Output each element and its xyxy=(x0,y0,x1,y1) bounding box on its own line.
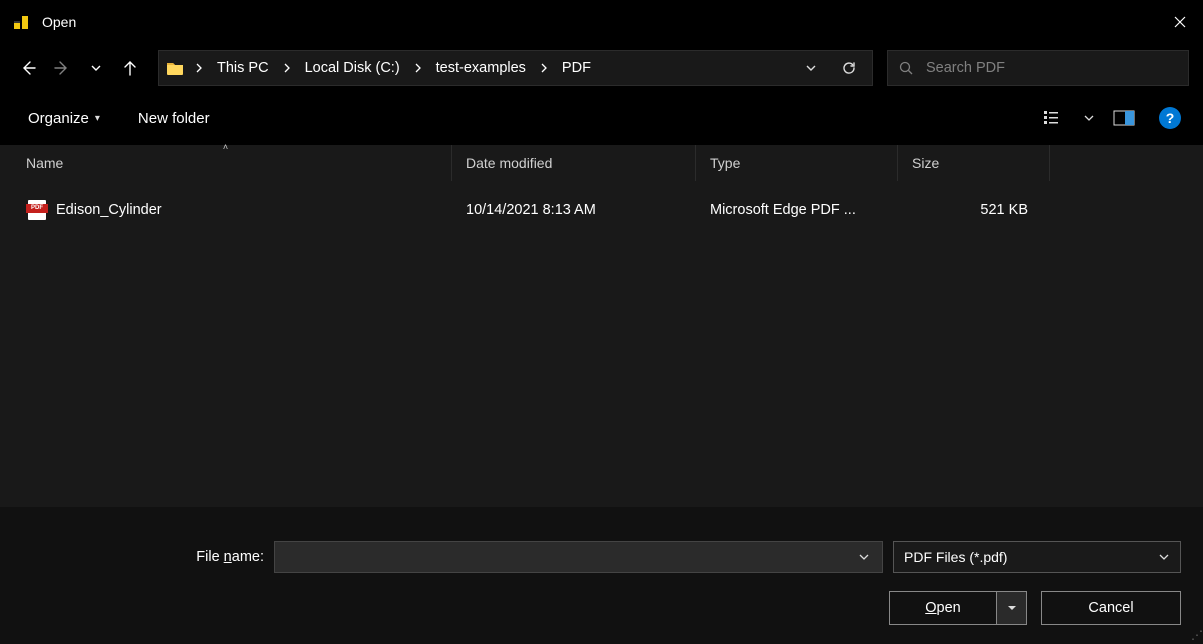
chevron-down-icon: ▾ xyxy=(95,113,100,124)
back-button[interactable] xyxy=(14,50,42,86)
navigation-bar: This PC Local Disk (C:) test-examples PD… xyxy=(0,44,1203,92)
change-view-button[interactable] xyxy=(1037,103,1071,133)
column-type[interactable]: Type xyxy=(696,145,898,181)
view-dropdown-button[interactable] xyxy=(1081,103,1097,133)
column-size-label: Size xyxy=(912,155,939,171)
column-name[interactable]: ˄ Name xyxy=(0,145,452,181)
refresh-button[interactable] xyxy=(832,51,866,85)
open-button-group: Open xyxy=(889,591,1027,625)
sort-indicator-icon: ˄ xyxy=(223,142,228,152)
new-folder-label: New folder xyxy=(138,110,210,127)
help-button[interactable]: ? xyxy=(1159,107,1181,129)
search-icon xyxy=(898,60,914,76)
previous-locations-button[interactable] xyxy=(794,51,828,85)
breadcrumb-local-disk[interactable]: Local Disk (C:) xyxy=(301,60,404,76)
organize-button[interactable]: Organize ▾ xyxy=(22,104,106,133)
chevron-right-icon[interactable] xyxy=(189,63,209,73)
resize-grip-icon[interactable]: ⋰ xyxy=(1191,628,1201,642)
filename-input[interactable] xyxy=(281,549,852,565)
breadcrumb-test-examples[interactable]: test-examples xyxy=(432,60,530,76)
new-folder-button[interactable]: New folder xyxy=(132,104,216,133)
filename-label: File name: xyxy=(0,549,264,565)
column-date[interactable]: Date modified xyxy=(452,145,696,181)
file-date-cell: 10/14/2021 8:13 AM xyxy=(452,202,696,218)
open-button[interactable]: Open xyxy=(889,591,997,625)
column-name-label: Name xyxy=(26,155,63,171)
filename-row: File name: PDF Files (*.pdf) xyxy=(0,541,1181,573)
file-list: ˄ Name Date modified Type Size Edison_Cy… xyxy=(0,144,1203,507)
window-title: Open xyxy=(42,14,76,30)
actions-row: Open Cancel xyxy=(0,591,1181,625)
filename-input-container[interactable] xyxy=(274,541,883,573)
file-size-cell: 521 KB xyxy=(898,202,1050,218)
column-end xyxy=(1050,145,1203,181)
forward-button[interactable] xyxy=(48,50,76,86)
close-button[interactable] xyxy=(1157,0,1203,44)
file-name-cell: Edison_Cylinder xyxy=(0,200,452,220)
filter-label: PDF Files (*.pdf) xyxy=(904,549,1007,565)
search-input[interactable] xyxy=(926,60,1178,76)
app-icon xyxy=(12,13,30,31)
breadcrumb-this-pc[interactable]: This PC xyxy=(213,60,273,76)
bottom-panel: File name: PDF Files (*.pdf) Open Cancel xyxy=(0,507,1203,644)
cancel-label: Cancel xyxy=(1088,600,1133,616)
chevron-down-icon xyxy=(1158,551,1170,563)
preview-pane-button[interactable] xyxy=(1107,103,1141,133)
filename-dropdown-button[interactable] xyxy=(852,551,876,563)
chevron-right-icon[interactable] xyxy=(408,63,428,73)
column-size[interactable]: Size xyxy=(898,145,1050,181)
pdf-file-icon xyxy=(28,200,46,220)
open-split-button[interactable] xyxy=(997,591,1027,625)
file-row[interactable]: Edison_Cylinder 10/14/2021 8:13 AM Micro… xyxy=(0,193,1203,227)
cancel-button[interactable]: Cancel xyxy=(1041,591,1181,625)
up-button[interactable] xyxy=(116,50,144,86)
breadcrumb-pdf[interactable]: PDF xyxy=(558,60,595,76)
file-name-text: Edison_Cylinder xyxy=(56,202,162,218)
chevron-right-icon[interactable] xyxy=(277,63,297,73)
title-bar: Open xyxy=(0,0,1203,44)
file-type-cell: Microsoft Edge PDF ... xyxy=(696,202,898,218)
column-type-label: Type xyxy=(710,155,740,171)
folder-icon xyxy=(165,58,185,78)
column-headers: ˄ Name Date modified Type Size xyxy=(0,145,1203,181)
search-box[interactable] xyxy=(887,50,1189,86)
organize-label: Organize xyxy=(28,110,89,127)
chevron-right-icon[interactable] xyxy=(534,63,554,73)
recent-locations-button[interactable] xyxy=(82,50,110,86)
toolbar: Organize ▾ New folder ? xyxy=(0,92,1203,144)
column-date-label: Date modified xyxy=(466,155,552,171)
file-type-filter[interactable]: PDF Files (*.pdf) xyxy=(893,541,1181,573)
address-bar[interactable]: This PC Local Disk (C:) test-examples PD… xyxy=(158,50,873,86)
